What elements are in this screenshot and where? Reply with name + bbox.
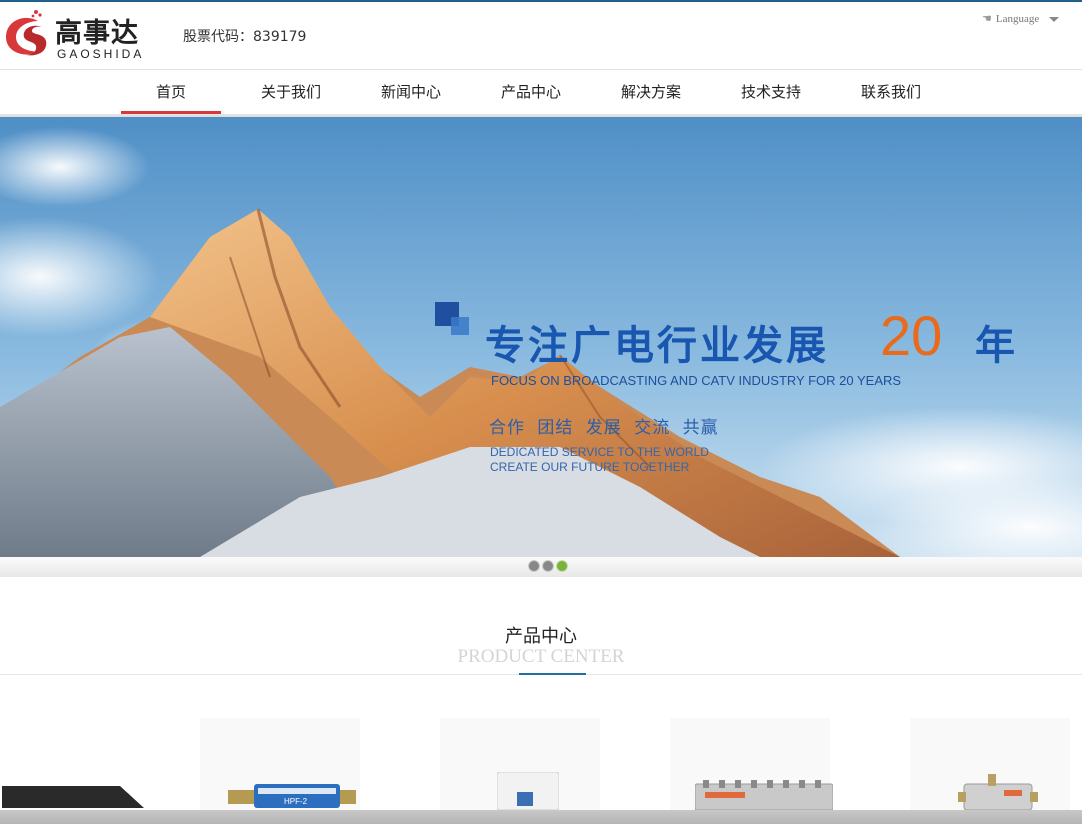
section-underline	[519, 673, 586, 675]
nav-item-support[interactable]: 技术支持	[721, 70, 821, 114]
logo[interactable]: 高事达 GAOSHIDA	[2, 5, 162, 65]
nav-item-news[interactable]: 新闻中心	[361, 70, 461, 114]
banner-title: 专注广电行业发展	[485, 323, 829, 369]
product-image-tap[interactable]	[958, 772, 1038, 810]
nav-item-about[interactable]: 关于我们	[241, 70, 341, 114]
nav-item-home[interactable]: 首页	[121, 70, 221, 114]
section-title: 产品中心	[505, 626, 577, 647]
logo-mark-icon	[6, 10, 47, 56]
banner-subtitle: FOCUS ON BROADCASTING AND CATV INDUSTRY …	[491, 373, 902, 388]
pointing-hand-icon: ☚	[982, 13, 992, 25]
product-label: HPF-2	[284, 797, 308, 806]
language-label: Language	[995, 13, 1040, 25]
banner-tagline-1: DEDICATED SERVICE TO THE WORLD	[490, 445, 709, 459]
slider-dot-1[interactable]	[528, 560, 540, 572]
site-header: 高事达 GAOSHIDA 股票代码：839179 ☚ Language	[0, 2, 1082, 69]
nav-item-products[interactable]: 产品中心	[481, 70, 581, 114]
banner-years-unit: 年	[975, 323, 1015, 369]
banner-years-number: 20	[880, 304, 943, 367]
banner-square-decor-small	[451, 317, 469, 335]
stock-code: 股票代码：839179	[183, 29, 307, 45]
product-image-wallplate[interactable]	[497, 772, 559, 810]
product-image-filter[interactable]: HPF-2	[228, 780, 358, 810]
slider-dot-3[interactable]	[556, 560, 568, 572]
section-subtitle: PRODUCT CENTER	[457, 646, 625, 667]
hero-banner[interactable]: 专注广电行业发展 20 年 FOCUS ON BROADCASTING AND …	[0, 117, 1082, 557]
banner-slogan: 合作 团结 发展 交流 共赢	[489, 418, 719, 438]
logo-text-cn: 高事达	[55, 18, 139, 49]
chevron-down-icon	[1049, 16, 1060, 22]
banner-tagline-2: CREATE OUR FUTURE TOGETHER	[490, 460, 690, 474]
product-image-splitter[interactable]	[695, 780, 833, 810]
main-nav: 首页 关于我们 新闻中心 产品中心 解决方案 技术支持 联系我们	[0, 70, 1082, 114]
logo-text-en: GAOSHIDA	[57, 47, 145, 61]
nav-item-solutions[interactable]: 解决方案	[601, 70, 701, 114]
nav-item-contact[interactable]: 联系我们	[841, 70, 941, 114]
horizontal-scrollbar[interactable]	[0, 810, 1082, 824]
slider-dot-2[interactable]	[542, 560, 554, 572]
slider-pagination	[0, 557, 1082, 577]
product-image-panel[interactable]	[2, 784, 144, 810]
language-selector[interactable]: ☚ Language	[982, 12, 1060, 25]
